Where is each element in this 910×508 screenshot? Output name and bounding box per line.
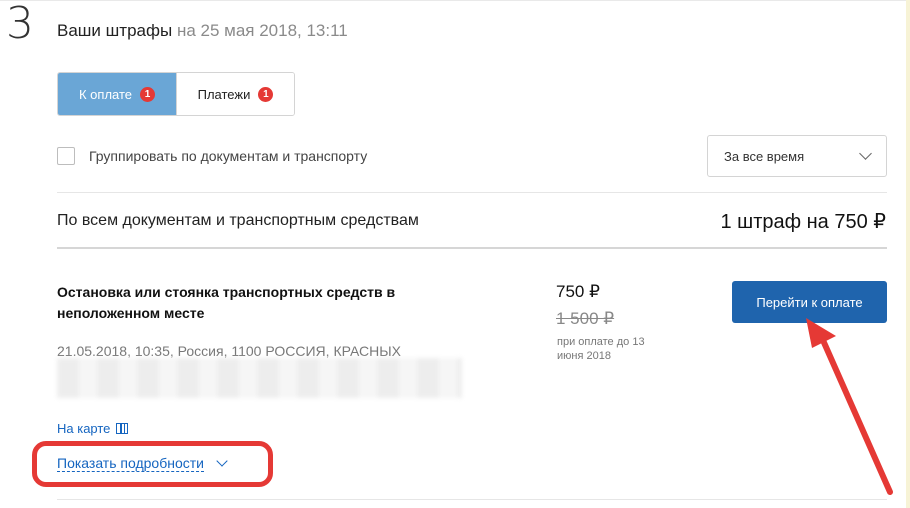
fine-meta: 21.05.2018, 10:35, Россия, 1100 РОССИЯ, … <box>57 343 401 359</box>
page-title: Ваши штрафы на 25 мая 2018, 13:11 <box>57 21 348 41</box>
tab-payments[interactable]: Платежи 1 <box>176 73 294 115</box>
period-select[interactable]: За все время <box>707 135 887 177</box>
page-title-text: Ваши штрафы <box>57 21 173 40</box>
map-link-label: На карте <box>57 421 111 436</box>
tab-payments-label: Платежи <box>197 86 251 102</box>
page-edge-strip <box>906 0 910 508</box>
map-link[interactable]: На карте <box>57 421 129 436</box>
divider <box>57 192 887 193</box>
blurred-address <box>57 358 462 398</box>
price-original: 1 500 ₽ <box>556 309 615 328</box>
tab-to-pay-badge: 1 <box>140 86 156 102</box>
group-checkbox-label[interactable]: Группировать по документам и транспорту <box>89 148 367 164</box>
step-number: 3 <box>6 0 34 49</box>
price-discounted: 750 ₽ <box>556 282 600 301</box>
period-select-value: За все время <box>724 148 805 164</box>
annotation-highlight-box <box>32 441 273 487</box>
bottom-divider <box>57 499 887 500</box>
top-divider <box>0 0 906 1</box>
group-checkbox[interactable] <box>57 147 75 165</box>
summary-divider <box>57 247 887 249</box>
fine-title: Остановка или стоянка транспортных средс… <box>57 284 396 321</box>
page-title-date: на 25 мая 2018, 13:11 <box>176 21 348 40</box>
chevron-down-icon <box>859 147 872 160</box>
tab-payments-badge: 1 <box>258 86 274 102</box>
tab-to-pay[interactable]: К оплате 1 <box>58 73 176 115</box>
tab-to-pay-label: К оплате <box>78 86 133 102</box>
price-note: при оплате до 13 июня 2018 <box>557 336 645 362</box>
summary-label: По всем документам и транспортным средст… <box>57 212 419 229</box>
fines-tabs: К оплате 1 Платежи 1 <box>57 72 295 116</box>
group-filter: Группировать по документам и транспорту <box>57 147 367 165</box>
summary-total: 1 штраф на 750 ₽ <box>720 211 886 233</box>
pay-button[interactable]: Перейти к оплате <box>732 281 887 323</box>
map-icon <box>116 423 129 434</box>
